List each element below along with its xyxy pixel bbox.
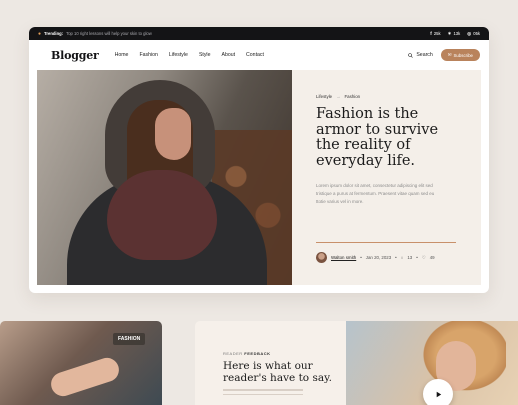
social-counts: f 25k ✶ 13k ◎ 05k [430, 31, 480, 37]
post-meta: Walton smith • Jan 20, 2023 • ○ 13 • ♡ 4… [316, 252, 435, 263]
social-instagram[interactable]: ◎ 05k [467, 31, 480, 37]
search-icon [408, 52, 414, 58]
video-card[interactable] [346, 321, 518, 405]
nav-item-contact[interactable]: Contact [246, 52, 264, 58]
play-button[interactable] [423, 379, 453, 405]
nav-item-lifestyle[interactable]: Lifestyle [169, 52, 188, 58]
dot-separator: • [395, 255, 397, 260]
social-twitter[interactable]: ✶ 13k [448, 31, 461, 37]
blog-homepage-mockup: ● Trending: Top 10 right lessons will he… [29, 27, 489, 293]
fashion-card[interactable]: FASHION [0, 321, 162, 405]
subscribe-button[interactable]: ✉ Subscribe [440, 49, 480, 61]
dot-separator: • [416, 255, 418, 260]
search-button[interactable]: Search [408, 52, 433, 58]
facebook-count: 25k [433, 31, 441, 36]
top-bar: ● Trending: Top 10 right lessons will he… [29, 27, 489, 40]
feedback-text-placeholder [223, 389, 303, 398]
main-nav: Blogger Home Fashion Lifestyle Style Abo… [29, 40, 489, 70]
breadcrumb-fashion[interactable]: Fashion [345, 94, 361, 99]
reader-feedback-card: READER FEEDBACK Here is what our reader'… [195, 321, 346, 405]
breadcrumb-separator-icon: → [336, 94, 341, 99]
section-kicker: READER FEEDBACK [223, 351, 271, 356]
trending-label: Trending: [44, 31, 64, 36]
mail-icon: ✉ [447, 52, 452, 57]
trending-notice[interactable]: ● Trending: Top 10 right lessons will he… [38, 31, 152, 37]
featured-post: Lifestyle → Fashion Fashion is the armor… [37, 70, 481, 285]
nav-item-home[interactable]: Home [115, 52, 129, 58]
divider [316, 242, 456, 243]
nav-item-fashion[interactable]: Fashion [139, 52, 157, 58]
instagram-count: 05k [473, 31, 480, 36]
heart-icon: ♡ [421, 254, 426, 260]
post-excerpt: Lorem ipsum dolor sit amet, consectetur … [316, 183, 435, 204]
feedback-title: Here is what our reader's have to say. [223, 360, 332, 384]
category-tag: FASHION [113, 333, 146, 345]
facebook-icon: f [430, 31, 432, 36]
breadcrumb-lifestyle[interactable]: Lifestyle [316, 94, 332, 99]
author-avatar[interactable] [316, 252, 327, 263]
search-label: Search [416, 52, 433, 58]
comment-icon: ○ [400, 255, 404, 260]
social-facebook[interactable]: f 25k [430, 31, 440, 37]
instagram-icon: ◎ [467, 30, 472, 36]
featured-image[interactable] [37, 70, 292, 285]
post-headline[interactable]: Fashion is the armor to survive the real… [316, 106, 466, 169]
site-logo[interactable]: Blogger [51, 49, 99, 62]
nav-menu: Home Fashion Lifestyle Style About Conta… [115, 52, 409, 58]
dot-separator: • [360, 255, 362, 260]
nav-item-style[interactable]: Style [199, 52, 211, 58]
trending-text: Top 10 right lessons will help your skin… [66, 31, 152, 36]
subscribe-label: Subscribe [453, 52, 473, 58]
breadcrumb: Lifestyle → Fashion [316, 94, 466, 99]
twitter-count: 13k [453, 31, 461, 36]
nav-item-about[interactable]: About [221, 52, 235, 58]
like-count[interactable]: 49 [430, 255, 435, 260]
post-date: Jan 20, 2023 [365, 255, 392, 260]
featured-post-text: Lifestyle → Fashion Fashion is the armor… [316, 94, 466, 206]
comment-count[interactable]: 13 [407, 255, 412, 260]
author-name[interactable]: Walton smith [331, 255, 356, 260]
play-icon [436, 391, 441, 397]
flame-icon: ● [38, 30, 42, 37]
twitter-icon: ✶ [447, 30, 452, 36]
